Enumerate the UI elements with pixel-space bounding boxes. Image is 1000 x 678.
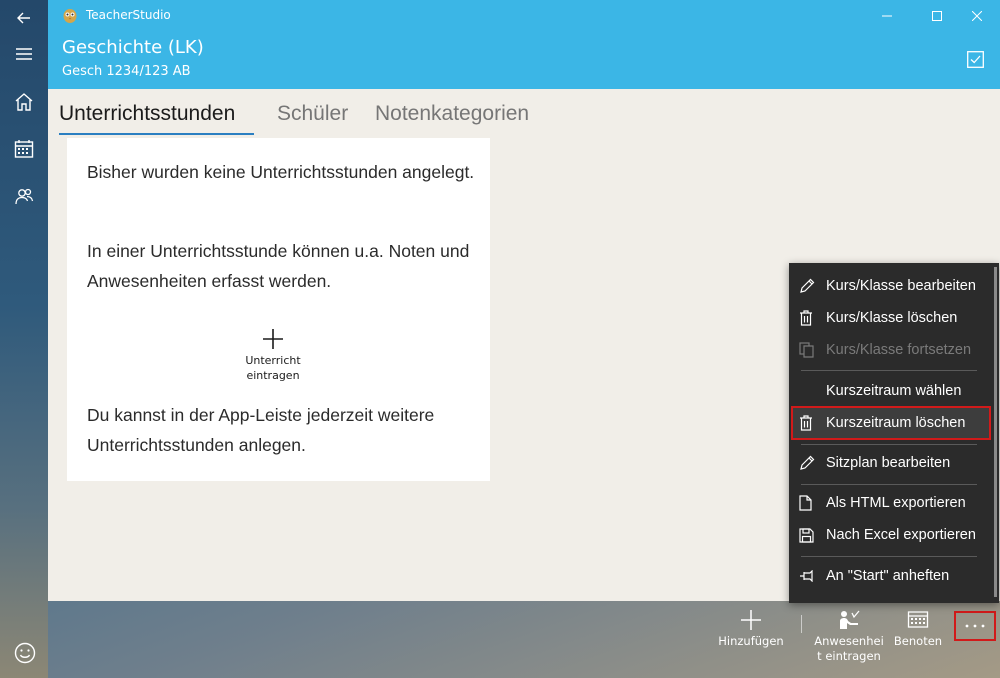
- maximize-icon: [932, 11, 942, 21]
- feedback-button[interactable]: [14, 642, 36, 668]
- course-code: Gesch 1234/123 AB: [62, 64, 191, 79]
- menu-item-delete-course[interactable]: Kurs/Klasse löschen: [793, 303, 989, 333]
- attendance-button[interactable]: Anwesenhei t eintragen: [814, 609, 884, 664]
- plus-icon: [741, 610, 761, 630]
- tab-schueler[interactable]: Schüler: [277, 102, 348, 126]
- more-dots-icon: [965, 624, 985, 628]
- smiley-icon: [14, 642, 36, 664]
- grade-button[interactable]: Benoten: [887, 609, 949, 649]
- close-icon: [972, 11, 982, 21]
- pencil-icon: [800, 278, 815, 293]
- grade-button-label: Benoten: [893, 634, 943, 648]
- add-lesson-button[interactable]: Unterricht eintragen: [235, 328, 311, 383]
- home-icon: [15, 93, 33, 111]
- save-icon: [799, 527, 814, 543]
- title-bar: TeacherStudio: [48, 0, 1000, 32]
- menu-item-choose-period[interactable]: Kurszeitraum wählen: [793, 376, 989, 406]
- nav-rail: [0, 0, 48, 678]
- close-button[interactable]: [954, 0, 1000, 32]
- course-title: Geschichte (LK): [62, 37, 204, 58]
- command-bar: Hinzufügen Anwesenhei t eintragen Benote…: [48, 601, 1000, 678]
- back-arrow-icon: [17, 12, 30, 24]
- empty-state-text-1: Bisher wurden keine Unterrichtsstunden a…: [87, 162, 475, 182]
- empty-state-text-3: Du kannst in der App-Leiste jederzeit we…: [87, 405, 435, 455]
- menu-item-export-excel[interactable]: Nach Excel exportieren: [793, 520, 989, 550]
- tab-notenkategorien[interactable]: Notenkategorien: [375, 102, 529, 126]
- menu-scrollbar[interactable]: [994, 267, 997, 597]
- trash-icon: [800, 415, 812, 431]
- app-logo-icon: [63, 9, 77, 23]
- calendar-button[interactable]: [0, 131, 48, 167]
- attendance-label-2: t eintragen: [817, 649, 881, 663]
- menu-item-delete-period[interactable]: Kurszeitraum löschen: [791, 406, 991, 440]
- overflow-menu: Kurs/Klasse bearbeiten Kurs/Klasse lösch…: [789, 263, 999, 603]
- menu-separator: [801, 484, 977, 485]
- trash-icon: [800, 310, 812, 326]
- minimize-button[interactable]: [864, 0, 910, 32]
- calculator-grid-icon: [907, 611, 929, 628]
- minimize-icon: [882, 15, 892, 17]
- home-button[interactable]: [0, 84, 48, 120]
- empty-state-card: Bisher wurden keine Unterrichtsstunden a…: [67, 138, 490, 481]
- menu-separator: [801, 556, 977, 557]
- menu-item-edit-course[interactable]: Kurs/Klasse bearbeiten: [793, 271, 989, 301]
- back-button[interactable]: [0, 0, 48, 36]
- active-tab-indicator: [59, 133, 254, 135]
- menu-separator: [801, 444, 977, 445]
- add-lesson-label-1: Unterricht: [245, 354, 301, 367]
- menu-item-edit-seating[interactable]: Sitzplan bearbeiten: [793, 448, 989, 478]
- pencil-icon: [800, 455, 815, 470]
- plus-icon: [263, 329, 283, 349]
- select-checkbox-icon[interactable]: [967, 51, 984, 68]
- more-options-button[interactable]: [954, 611, 996, 641]
- menu-item-pin-start[interactable]: An "Start" anheften: [793, 561, 989, 591]
- attendance-label-1: Anwesenhei: [814, 634, 884, 648]
- calendar-icon: [14, 140, 34, 158]
- hamburger-icon: [16, 48, 32, 60]
- pin-icon: [800, 570, 813, 582]
- document-icon: [799, 495, 812, 511]
- people-button[interactable]: [0, 179, 48, 215]
- add-lesson-label-2: eintragen: [246, 369, 300, 382]
- attendance-icon: [840, 610, 860, 629]
- menu-separator: [801, 370, 977, 371]
- menu-item-continue-course: Kurs/Klasse fortsetzen: [793, 335, 989, 365]
- app-title: TeacherStudio: [86, 8, 171, 22]
- course-header: Geschichte (LK) Gesch 1234/123 AB: [48, 32, 1000, 89]
- add-button[interactable]: Hinzufügen: [716, 609, 786, 649]
- add-button-label: Hinzufügen: [718, 634, 784, 648]
- people-icon: [15, 188, 34, 205]
- tab-unterrichtsstunden[interactable]: Unterrichtsstunden: [59, 102, 235, 126]
- command-separator: [801, 615, 802, 633]
- menu-item-export-html[interactable]: Als HTML exportieren: [793, 488, 989, 518]
- hamburger-menu-button[interactable]: [0, 36, 48, 72]
- empty-state-text-2: In einer Unterrichtsstunde können u.a. N…: [87, 241, 470, 291]
- copy-icon: [799, 342, 814, 358]
